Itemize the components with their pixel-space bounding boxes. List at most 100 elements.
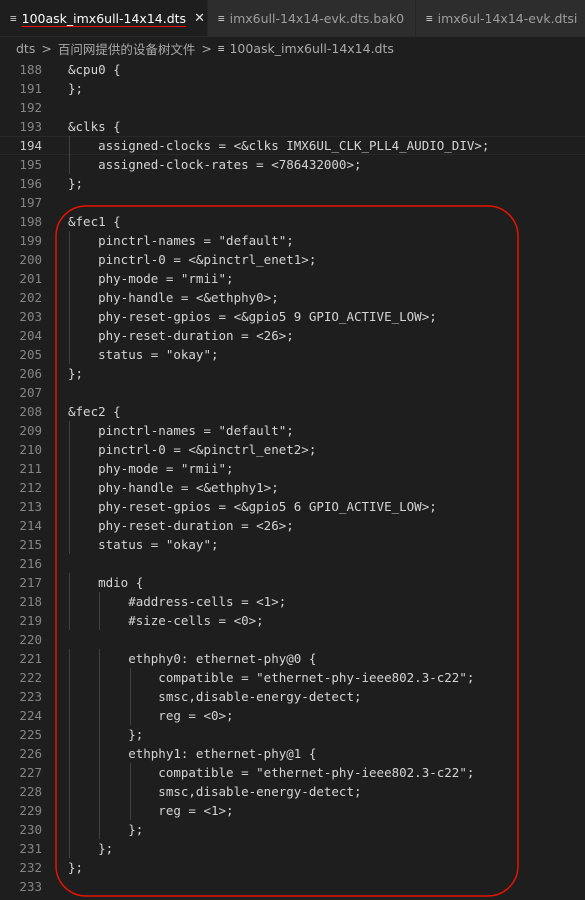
line-number: 214 (19, 518, 42, 533)
code-line[interactable]: 199 pinctrl-names = "default"; (0, 231, 585, 250)
code-line[interactable]: 232}; (0, 858, 585, 877)
line-number: 226 (19, 746, 42, 761)
line-number: 193 (19, 119, 42, 134)
close-icon[interactable]: ✕ (194, 11, 205, 26)
line-number: 203 (19, 309, 42, 324)
line-number: 216 (19, 556, 42, 571)
code-line[interactable]: 194 assigned-clocks = <&clks IMX6UL_CLK_… (0, 136, 585, 155)
code-line[interactable]: 212 phy-handle = <&ethphy1>; (0, 478, 585, 497)
line-number: 215 (19, 537, 42, 552)
line-number: 198 (19, 214, 42, 229)
code-text: smsc,disable-energy-detect; (68, 784, 362, 799)
code-line[interactable]: 226 ethphy1: ethernet-phy@1 { (0, 744, 585, 763)
line-number: 229 (19, 803, 42, 818)
code-line[interactable]: 230 }; (0, 820, 585, 839)
code-text: pinctrl-names = "default"; (68, 423, 294, 438)
tab-evk-dtsi[interactable]: ≡ imx6ul-14x14-evk.dtsi (416, 0, 585, 36)
line-number: 204 (19, 328, 42, 343)
line-number: 202 (19, 290, 42, 305)
code-line[interactable]: 231 }; (0, 839, 585, 858)
line-number: 205 (19, 347, 42, 362)
code-line[interactable]: 222 compatible = "ethernet-phy-ieee802.3… (0, 668, 585, 687)
devicetree-file-icon: ≡ (217, 41, 225, 55)
code-line[interactable]: 227 compatible = "ethernet-phy-ieee802.3… (0, 763, 585, 782)
code-text: assigned-clocks = <&clks IMX6UL_CLK_PLL4… (68, 138, 490, 153)
code-text: phy-handle = <&ethphy0>; (68, 290, 279, 305)
line-number: 225 (19, 727, 42, 742)
line-number: 211 (19, 461, 42, 476)
code-line[interactable]: 203 phy-reset-gpios = <&gpio5 9 GPIO_ACT… (0, 307, 585, 326)
line-number: 209 (19, 423, 42, 438)
code-line[interactable]: 211 phy-mode = "rmii"; (0, 459, 585, 478)
code-line[interactable]: 201 phy-mode = "rmii"; (0, 269, 585, 288)
code-text: smsc,disable-energy-detect; (68, 689, 362, 704)
code-text: &fec1 { (68, 214, 121, 229)
code-line[interactable]: 188 &cpu0 { (0, 60, 585, 79)
code-line[interactable]: 205 status = "okay"; (0, 345, 585, 364)
code-line[interactable]: 219 #size-cells = <0>; (0, 611, 585, 630)
code-line[interactable]: 217 mdio { (0, 573, 585, 592)
code-line[interactable]: 209 pinctrl-names = "default"; (0, 421, 585, 440)
breadcrumb-item-folder[interactable]: 百问网提供的设备树文件 (58, 39, 196, 58)
code-line[interactable]: 225 }; (0, 725, 585, 744)
code-line[interactable]: 233 (0, 877, 585, 896)
code-line[interactable]: 214 phy-reset-duration = <26>; (0, 516, 585, 535)
line-number: 233 (19, 879, 42, 894)
code-text: }; (68, 727, 144, 742)
code-text: #address-cells = <1>; (68, 594, 287, 609)
line-number: 195 (19, 157, 42, 172)
code-line[interactable]: 193 &clks { (0, 117, 585, 136)
code-text: #size-cells = <0>; (68, 613, 264, 628)
code-line[interactable]: 204 phy-reset-duration = <26>; (0, 326, 585, 345)
code-line[interactable]: 220 (0, 630, 585, 649)
code-text: &cpu0 { (68, 62, 121, 77)
line-number: 210 (19, 442, 42, 457)
line-number: 224 (19, 708, 42, 723)
code-line[interactable]: 202 phy-handle = <&ethphy0>; (0, 288, 585, 307)
line-number: 217 (19, 575, 42, 590)
code-text: }; (68, 822, 144, 837)
line-number: 228 (19, 784, 42, 799)
breadcrumb-item-dts[interactable]: dts (16, 41, 35, 56)
tab-evk-dts-bak0[interactable]: ≡ imx6ull-14x14-evk.dts.bak0 (208, 0, 416, 36)
code-line[interactable]: 197 (0, 193, 585, 212)
code-line[interactable]: 207 (0, 383, 585, 402)
code-line[interactable]: 200 pinctrl-0 = <&pinctrl_enet1>; (0, 250, 585, 269)
tab-100ask-dts[interactable]: ≡ 100ask_imx6ull-14x14.dts ✕ (0, 0, 208, 36)
code-text: phy-mode = "rmii"; (68, 271, 234, 286)
code-line[interactable]: 224 reg = <0>; (0, 706, 585, 725)
tab-label: imx6ull-14x14-evk.dts.bak0 (229, 10, 405, 26)
code-line[interactable]: 196}; (0, 174, 585, 193)
code-text: phy-handle = <&ethphy1>; (68, 480, 279, 495)
breadcrumb-item-file[interactable]: 100ask_imx6ull-14x14.dts (229, 41, 393, 56)
editor-tab-bar: ≡ 100ask_imx6ull-14x14.dts ✕ ≡ imx6ull-1… (0, 0, 585, 37)
code-line[interactable]: 191}; (0, 79, 585, 98)
code-line[interactable]: 195 assigned-clock-rates = <786432000>; (0, 155, 585, 174)
code-line[interactable]: 221 ethphy0: ethernet-phy@0 { (0, 649, 585, 668)
code-line[interactable]: 208 &fec2 { (0, 402, 585, 421)
code-line[interactable]: 216 (0, 554, 585, 573)
code-text: phy-mode = "rmii"; (68, 461, 234, 476)
line-number: 223 (19, 689, 42, 704)
code-editor[interactable]: 188 &cpu0 {191}; 192 193 &clks {194 assigned… (0, 60, 585, 900)
code-line[interactable]: 210 pinctrl-0 = <&pinctrl_enet2>; (0, 440, 585, 459)
line-number: 227 (19, 765, 42, 780)
code-line[interactable]: 229 reg = <1>; (0, 801, 585, 820)
breadcrumb: dts > 百问网提供的设备树文件 > ≡ 100ask_imx6ull-14x… (0, 37, 585, 59)
code-line[interactable]: 192 (0, 98, 585, 117)
code-line[interactable]: 218 #address-cells = <1>; (0, 592, 585, 611)
code-text: compatible = "ethernet-phy-ieee802.3-c22… (68, 670, 475, 685)
code-text: reg = <0>; (68, 708, 234, 723)
code-line[interactable]: 215 status = "okay"; (0, 535, 585, 554)
code-line[interactable]: 228 smsc,disable-energy-detect; (0, 782, 585, 801)
code-text: mdio { (68, 575, 144, 590)
code-line[interactable]: 198 &fec1 { (0, 212, 585, 231)
code-text: &fec2 { (68, 404, 121, 419)
tab-label: imx6ul-14x14-evk.dtsi (437, 10, 578, 26)
code-line[interactable]: 213 phy-reset-gpios = <&gpio5 6 GPIO_ACT… (0, 497, 585, 516)
code-text: }; (68, 176, 84, 191)
code-text: pinctrl-names = "default"; (68, 233, 294, 248)
code-line[interactable]: 206}; (0, 364, 585, 383)
code-text: }; (68, 841, 114, 856)
code-line[interactable]: 223 smsc,disable-energy-detect; (0, 687, 585, 706)
